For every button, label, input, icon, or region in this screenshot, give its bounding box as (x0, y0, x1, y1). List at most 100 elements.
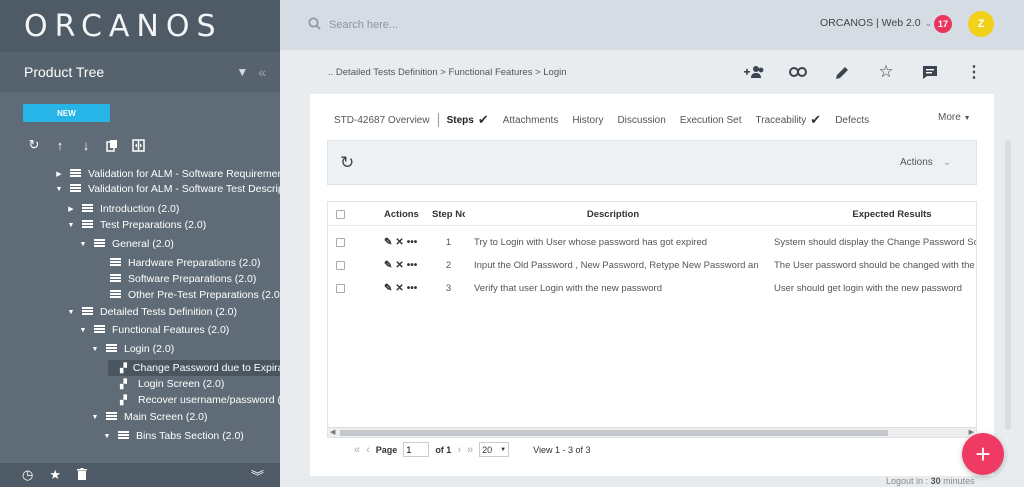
tree-item[interactable]: ▼ Main Screen (2.0) (90, 409, 208, 425)
col-step-no[interactable]: Step No (432, 202, 465, 226)
tree-item[interactable]: ▼ Functional Features (2.0) (78, 322, 230, 338)
edit-icon[interactable]: ✎ (384, 260, 392, 271)
tree-item[interactable]: ▼ General (2.0) (78, 236, 174, 252)
tree-item[interactable]: ▶ Introduction (2.0) (66, 201, 179, 217)
new-button[interactable]: NEW (23, 104, 110, 122)
dropdown-caret-icon[interactable]: ▼ (236, 65, 248, 79)
org-selector[interactable]: ORCANOS | Web 2.0 ⌄ (820, 17, 932, 29)
tab-defects[interactable]: Defects (835, 115, 869, 126)
scroll-left-icon[interactable]: ◀ (330, 428, 335, 436)
tab-discussion[interactable]: Discussion (617, 115, 665, 126)
tree-item[interactable]: ▼ Test Preparations (2.0) (66, 217, 207, 233)
test-case-icon: ▞ (120, 378, 127, 389)
more-vertical-icon[interactable]: ⋮ (964, 62, 984, 82)
tree-item[interactable]: ▼ Login (2.0) (90, 341, 175, 357)
tree-item[interactable]: Hardware Preparations (2.0) (110, 255, 260, 271)
check-icon: ✔ (477, 112, 489, 127)
tree-item[interactable]: Other Pre-Test Preparations (2.0) (110, 287, 280, 303)
notification-badge[interactable]: 17 (934, 15, 952, 33)
tab-history[interactable]: History (572, 115, 603, 126)
add-user-icon[interactable] (744, 62, 764, 82)
row-actions: ✎ ✕ ••• (384, 231, 424, 254)
tab-steps[interactable]: Steps ✔ (447, 112, 489, 128)
tab-execution-set[interactable]: Execution Set (680, 115, 742, 126)
search-icon[interactable] (308, 17, 321, 33)
collapse-arrow-icon[interactable]: ▼ (78, 241, 88, 248)
collapse-arrow-icon[interactable]: ▼ (102, 433, 112, 440)
expand-arrow-icon[interactable]: ▶ (66, 205, 76, 213)
row-checkbox[interactable] (336, 231, 350, 254)
delete-icon[interactable]: ✕ (395, 283, 403, 294)
refresh-icon[interactable]: ↻ (340, 153, 354, 173)
row-checkbox[interactable] (336, 277, 350, 300)
delete-icon[interactable]: ✕ (395, 260, 403, 271)
expand-arrow-icon[interactable]: ▶ (54, 170, 64, 178)
actions-dropdown[interactable]: Actions ⌄ (900, 157, 951, 168)
edit-icon[interactable]: ✎ (384, 237, 392, 248)
rows-per-page-select[interactable]: 20 ▼ (479, 442, 510, 457)
next-page-icon[interactable]: › (457, 444, 461, 456)
more-icon[interactable]: ••• (407, 260, 418, 271)
tab-traceability[interactable]: Traceability ✔ (756, 112, 822, 128)
collapse-sidebar-icon[interactable]: « (258, 64, 266, 80)
more-icon[interactable]: ••• (407, 283, 418, 294)
collapse-arrow-icon[interactable]: ▼ (90, 346, 100, 353)
collapse-arrow-icon[interactable]: ▼ (54, 186, 64, 193)
tab-label: Attachments (502, 114, 559, 126)
more-icon[interactable]: ••• (407, 237, 418, 248)
row-checkbox[interactable] (336, 254, 350, 277)
step-no: 3 (445, 283, 452, 294)
table-row[interactable]: ✎ ✕ ••• 3 Verify that user Login with the … (328, 277, 976, 300)
table-row[interactable]: ✎ ✕ ••• 2 Input the Old Password , New Pas… (328, 254, 976, 277)
tree-item[interactable]: ▶ Validation for ALM - Software Requirem… (54, 166, 280, 182)
edit-icon[interactable]: ✎ (384, 283, 392, 294)
avatar[interactable]: Z (968, 11, 994, 37)
select-all-checkbox[interactable] (336, 202, 350, 226)
delete-icon[interactable]: ✕ (395, 237, 403, 248)
tree-item[interactable]: Software Preparations (2.0) (110, 271, 256, 287)
tree-item-selected[interactable]: ▞ Change Password due to Expiratio (108, 360, 280, 376)
col-actions[interactable]: Actions (384, 202, 424, 226)
tree-item[interactable]: ▼ Detailed Tests Definition (2.0) (66, 304, 237, 320)
table-row[interactable]: ✎ ✕ ••• 1 Try to Login with User whose pas… (328, 231, 976, 254)
tab-label: STD-42687 Overview (334, 114, 430, 126)
vertical-scrollbar[interactable] (1005, 140, 1011, 430)
star-outline-icon[interactable]: ☆ (876, 62, 896, 82)
first-page-icon[interactable]: « (354, 444, 360, 456)
collapse-arrow-icon[interactable]: ▼ (66, 309, 76, 316)
link-icon[interactable] (788, 62, 808, 82)
star-icon[interactable]: ★ (49, 467, 61, 483)
tree-item[interactable]: ▼ Validation for ALM - Software Test Des… (54, 181, 280, 197)
comment-icon[interactable] (920, 62, 940, 82)
col-expected-results[interactable]: Expected Results (768, 202, 976, 226)
tree-item[interactable]: ▞ Login Screen (2.0) (120, 376, 224, 392)
collapse-arrow-icon[interactable]: ▼ (90, 414, 100, 421)
logo[interactable]: ORCANOS (24, 9, 223, 44)
copy-icon[interactable] (104, 136, 120, 154)
collapse-arrow-icon[interactable]: ▼ (66, 222, 76, 229)
tree-item[interactable]: ▼ Bins Tabs Section (2.0) (102, 428, 244, 444)
page-number-input[interactable] (403, 442, 430, 457)
history-icon[interactable]: ◷ (22, 467, 33, 483)
collapse-arrow-icon[interactable]: ▼ (78, 327, 88, 334)
breadcrumb[interactable]: .. Detailed Tests Definition > Functiona… (328, 67, 567, 78)
refresh-icon[interactable]: ↻ (26, 136, 42, 154)
search-input[interactable] (329, 19, 629, 31)
tab-more[interactable]: More ▼ (938, 112, 971, 123)
split-icon[interactable] (130, 136, 146, 154)
add-button[interactable]: + (962, 433, 1004, 475)
col-description[interactable]: Description (468, 202, 758, 226)
expand-down-icon[interactable]: ︾ (251, 466, 264, 485)
scrollbar-thumb[interactable] (340, 430, 888, 436)
folder-lines-icon (106, 411, 118, 423)
tab-attachments[interactable]: Attachments (503, 115, 559, 126)
move-down-icon[interactable]: ↓ (78, 136, 94, 154)
trash-icon[interactable] (77, 467, 87, 483)
last-page-icon[interactable]: » (467, 444, 473, 456)
prev-page-icon[interactable]: ‹ (366, 444, 370, 456)
horizontal-scrollbar[interactable]: ◀ ▶ (328, 427, 976, 437)
tab-overview[interactable]: STD-42687 Overview (334, 115, 430, 126)
tree-item[interactable]: ▞ Recover username/password (2.0 (120, 392, 280, 408)
edit-icon[interactable] (832, 62, 852, 82)
move-up-icon[interactable]: ↑ (52, 136, 68, 154)
